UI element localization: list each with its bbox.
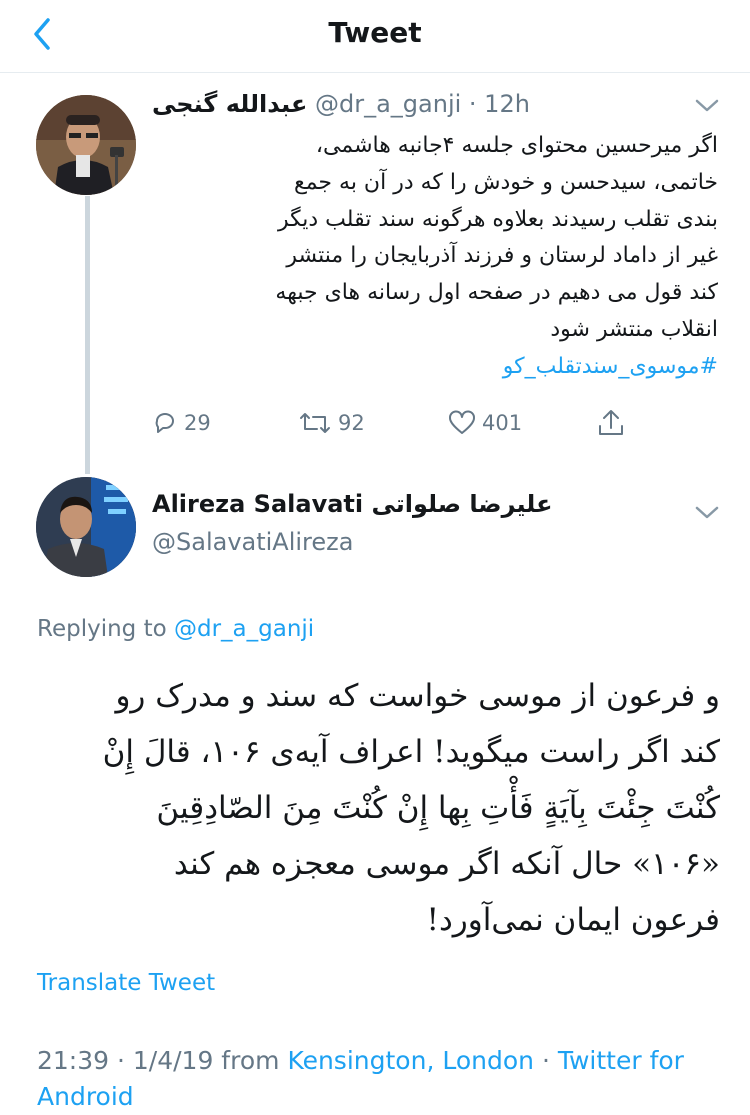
tweet-line: غیر از داماد لرستان و فرزند آذربایجان را… [286, 243, 718, 269]
tweet-line: کند قول می دهیم در صفحه اول رسانه های جب… [275, 280, 718, 306]
tweet-author-row: عبدالله گنجی @dr_a_ganji · 12h [152, 90, 530, 118]
avatar[interactable] [36, 477, 136, 577]
top-bar: Tweet [0, 0, 750, 73]
tweet-line: اگر میرحسین محتوای جلسه ۴جانبه هاشمی، [315, 133, 718, 158]
reply-button[interactable]: 29 [152, 406, 211, 440]
chevron-down-icon[interactable] [694, 98, 720, 114]
replying-to: Replying to @dr_a_ganji [37, 616, 314, 642]
author-name[interactable]: عبدالله گنجی [152, 90, 307, 118]
reply-line: فرعون ایمان نمی‌آورد! [426, 902, 721, 938]
tweet-time[interactable]: 12h [484, 90, 530, 118]
reply-line: کند اگر راست میگوید! اعراف آیه‌ی ۱۰۶، قا… [102, 734, 720, 770]
tweet-timestamp: 21:39 · 1/4/19 from [37, 1046, 280, 1075]
share-icon [599, 410, 623, 435]
mention-link[interactable]: @dr_a_ganji [174, 616, 314, 642]
reply-line: کُنْتَ جِئْتَ بِآيَةٍ فَأْتِ بِها إِنْ ك… [156, 790, 720, 826]
reply-author-name[interactable]: Alireza Salavati علیرضا صلواتی [152, 490, 553, 518]
tweet-text: اگر میرحسین محتوای جلسه ۴جانبه هاشمی، خا… [150, 128, 718, 386]
tweet-line: خاتمی، سیدحسن و خودش را که در آن به جمع [294, 169, 718, 195]
reply-icon [155, 413, 174, 433]
tweet-line: انقلاب منتشر شود [550, 316, 718, 342]
hashtag-link[interactable]: #موسوی_سندتقلب_کو [150, 349, 718, 386]
chevron-down-icon[interactable] [694, 505, 720, 521]
reply-count: 29 [184, 411, 211, 435]
meta-separator: · [541, 1046, 550, 1075]
like-count: 401 [482, 411, 523, 435]
reply-line: و فرعون از موسی خواست که سند و مدرک رو [115, 678, 720, 714]
reply-line: «۱۰۶» حال آنکه اگر موسی معجزه هم کند [173, 846, 720, 882]
page-title: Tweet [328, 16, 422, 49]
reply-author-handle[interactable]: @SalavatiAlireza [152, 528, 353, 556]
tweet-line: بندی تقلب رسیدند بعلاوه هرگونه سند تقلب … [277, 206, 718, 232]
replying-prefix: Replying to [37, 616, 167, 642]
tweet-metadata: 21:39 · 1/4/19 from Kensington, London ·… [37, 1043, 727, 1115]
translate-tweet-link[interactable]: Translate Tweet [37, 970, 215, 996]
share-button[interactable] [596, 406, 632, 440]
author-handle[interactable]: @dr_a_ganji [315, 90, 461, 118]
heart-icon [449, 410, 475, 434]
retweet-icon [300, 413, 330, 433]
retweet-button[interactable]: 92 [298, 406, 365, 440]
avatar[interactable] [36, 95, 136, 195]
retweet-count: 92 [338, 411, 365, 435]
like-button[interactable]: 401 [448, 406, 522, 440]
tweet-actions: 29 92 401 [0, 406, 750, 440]
reply-tweet-text: و فرعون از موسی خواست که سند و مدرک رو ک… [30, 668, 720, 948]
location-link[interactable]: Kensington, London [287, 1046, 534, 1075]
